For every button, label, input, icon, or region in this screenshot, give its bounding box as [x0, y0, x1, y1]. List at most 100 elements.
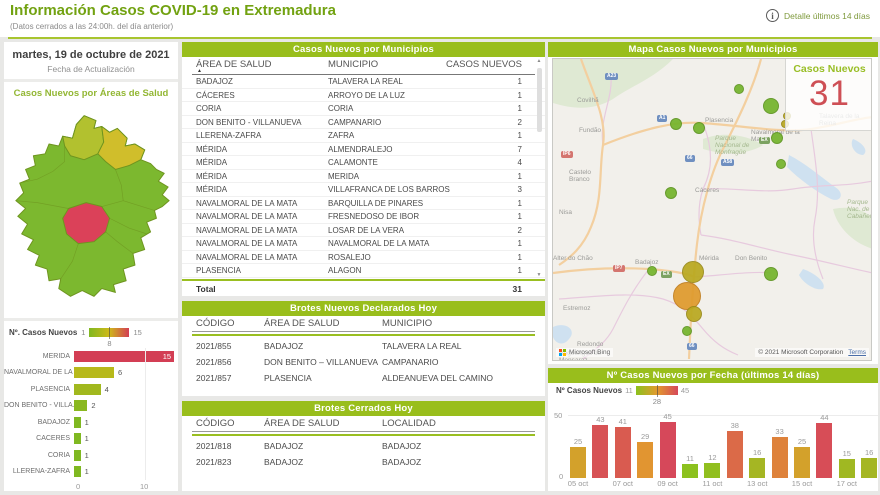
map-place-label: Redondo [577, 341, 603, 348]
cell-municipio: ZAFRA [328, 131, 354, 140]
casos-nuevos-overlay: Casos Nuevos 31 [785, 59, 872, 131]
fecha-bar[interactable] [570, 447, 586, 478]
cell-municipio: BARQUILLA DE PINARES [328, 199, 423, 208]
area-bar-row[interactable]: PLASENCIA4 [4, 381, 178, 398]
table-row[interactable]: 2021/855BADAJOZTALAVERA LA REAL [182, 338, 545, 354]
table-row[interactable]: NAVALMORAL DE LA MATALOSAR DE LA VERA2 [182, 224, 545, 238]
table-row[interactable]: 2021/856DON BENITO – VILLANUEVACAMPANARI… [182, 354, 545, 370]
fecha-bar[interactable] [839, 459, 855, 478]
table-row[interactable]: PLASENCIAALAGON1 [182, 264, 545, 278]
fecha-bar[interactable] [660, 422, 676, 478]
header-divider [8, 37, 872, 39]
area-bar[interactable] [74, 384, 101, 395]
area-bar-row[interactable]: CÁCERES1 [4, 431, 178, 448]
area-bar-row[interactable]: NAVALMORAL DE LA ...6 [4, 365, 178, 382]
map-region-plasencia[interactable] [63, 116, 104, 160]
bing-map[interactable]: Casos Nuevos 31 Microsoft Bing © 2021 Mi… [552, 58, 872, 361]
map-bubble[interactable] [693, 122, 705, 134]
map-bubble[interactable] [670, 118, 682, 130]
fecha-bar[interactable] [615, 427, 631, 478]
area-bar[interactable] [74, 466, 81, 477]
brotes-cerrados-card: Brotes Cerrados Hoy CÓDIGO ÁREA DE SALUD… [182, 401, 545, 491]
table-row[interactable]: MÉRIDACALAMONTE4 [182, 156, 545, 170]
area-bar[interactable] [74, 433, 81, 444]
area-bar[interactable] [74, 450, 81, 461]
scrollbar-thumb[interactable] [537, 68, 542, 132]
table-scrollbar[interactable]: ▲ ▼ [535, 58, 543, 278]
brotes-cerrados-header: CÓDIGO ÁREA DE SALUD LOCALIDAD [182, 418, 545, 432]
fecha-x-tick-label: 05 oct [565, 479, 591, 488]
area-bar[interactable] [74, 417, 81, 428]
table-row[interactable]: 2021/818BADAJOZBADAJOZ [182, 438, 545, 454]
table-row[interactable]: MÉRIDAMERIDA1 [182, 170, 545, 184]
fecha-bar[interactable] [861, 458, 877, 478]
area-bar-label: BADAJOZ [4, 419, 74, 426]
table-row[interactable]: LLERENA-ZAFRAZAFRA1 [182, 129, 545, 143]
map-bubble[interactable] [764, 267, 778, 281]
cell-area: NAVALMORAL DE LA MATA [196, 226, 297, 235]
col-municipio[interactable]: MUNICIPIO [328, 59, 378, 70]
map-bubble[interactable] [682, 261, 704, 283]
col-area[interactable]: ÁREA DE SALUD [264, 418, 340, 429]
col-codigo[interactable]: CÓDIGO [196, 318, 235, 329]
fecha-bar[interactable] [682, 464, 698, 478]
fecha-bar[interactable] [637, 442, 653, 478]
area-bar-row[interactable]: CORIA1 [4, 447, 178, 464]
table-row[interactable]: NAVALMORAL DE LA MATAFRESNEDOSO DE IBOR1 [182, 210, 545, 224]
road-badge-icon: EX [661, 271, 672, 278]
col-codigo[interactable]: CÓDIGO [196, 418, 235, 429]
cell-municipio: ALAGON [328, 266, 361, 275]
fecha-bar[interactable] [592, 425, 608, 478]
area-bar-row[interactable]: DON BENITO - VILLA...2 [4, 398, 178, 415]
scroll-up-icon[interactable]: ▲ [535, 58, 543, 64]
detail-last-14-days-link[interactable]: i Detalle últimos 14 días [766, 9, 870, 22]
fecha-bar-slot: 16 [749, 448, 765, 478]
table-row[interactable]: CÁCERESARROYO DE LA LUZ1 [182, 89, 545, 103]
map-bubble[interactable] [763, 98, 779, 114]
area-bar-value: 1 [85, 451, 89, 460]
table-row[interactable]: 2021/857PLASENCIAALDEANUEVA DEL CAMINO [182, 370, 545, 386]
table-row[interactable]: NAVALMORAL DE LA MATANAVALMORAL DE LA MA… [182, 237, 545, 251]
cell-area: MÉRIDA [196, 145, 227, 154]
areas-bar-chart: MERIDA15NAVALMORAL DE LA ...6PLASENCIA4D… [4, 348, 178, 480]
map-bubble[interactable] [682, 326, 692, 336]
info-icon[interactable]: i [766, 9, 779, 22]
terms-link[interactable]: Terms [848, 349, 866, 356]
area-bar[interactable] [74, 400, 87, 411]
fecha-bar[interactable] [816, 423, 832, 478]
fecha-bar[interactable] [749, 458, 765, 478]
extremadura-choropleth-map[interactable] [8, 102, 174, 314]
map-bubble[interactable] [776, 159, 786, 169]
map-bubble[interactable] [665, 187, 677, 199]
col-area[interactable]: ÁREA DE SALUD [264, 318, 340, 329]
table-row[interactable]: MÉRIDAVILLAFRANCA DE LOS BARROS3 [182, 183, 545, 197]
table-row[interactable]: NAVALMORAL DE LA MATAROSALEJO1 [182, 251, 545, 265]
fecha-bar[interactable] [704, 463, 720, 478]
map-bubble[interactable] [771, 132, 783, 144]
table-row[interactable]: BADAJOZTALAVERA LA REAL1 [182, 75, 545, 89]
fecha-bar[interactable] [794, 447, 810, 478]
scroll-down-icon[interactable]: ▼ [535, 272, 543, 278]
col-municipio[interactable]: MUNICIPIO [382, 318, 432, 329]
map-place-label: Parque Nac. de Cabañeros [847, 199, 872, 220]
area-bar-row[interactable]: BADAJOZ1 [4, 414, 178, 431]
bing-logo[interactable]: Microsoft Bing [556, 348, 613, 357]
table-row[interactable]: 2021/823BADAJOZBADAJOZ [182, 454, 545, 470]
header-green-rule [192, 434, 535, 436]
map-bubble[interactable] [647, 266, 657, 276]
col-area-de-salud[interactable]: ÁREA DE SALUD [196, 59, 272, 70]
table-row[interactable]: NAVALMORAL DE LA MATABARQUILLA DE PINARE… [182, 197, 545, 211]
table-row[interactable]: CORIACORIA1 [182, 102, 545, 116]
table-row[interactable]: MÉRIDAALMENDRALEJO7 [182, 143, 545, 157]
table-row[interactable]: DON BENITO - VILLANUEVACAMPANARIO2 [182, 116, 545, 130]
area-bar-row[interactable]: LLERENA-ZAFRA1 [4, 464, 178, 481]
map-bubble[interactable] [686, 306, 702, 322]
col-casos-nuevos[interactable]: CASOS NUEVOS [446, 59, 522, 70]
fecha-bar[interactable] [772, 437, 788, 478]
area-bar-row[interactable]: MERIDA15 [4, 348, 178, 365]
fecha-bar[interactable] [727, 431, 743, 478]
area-bar[interactable]: 15 [74, 351, 174, 362]
col-localidad[interactable]: LOCALIDAD [382, 418, 436, 429]
area-bar[interactable] [74, 367, 114, 378]
map-bubble[interactable] [734, 84, 744, 94]
